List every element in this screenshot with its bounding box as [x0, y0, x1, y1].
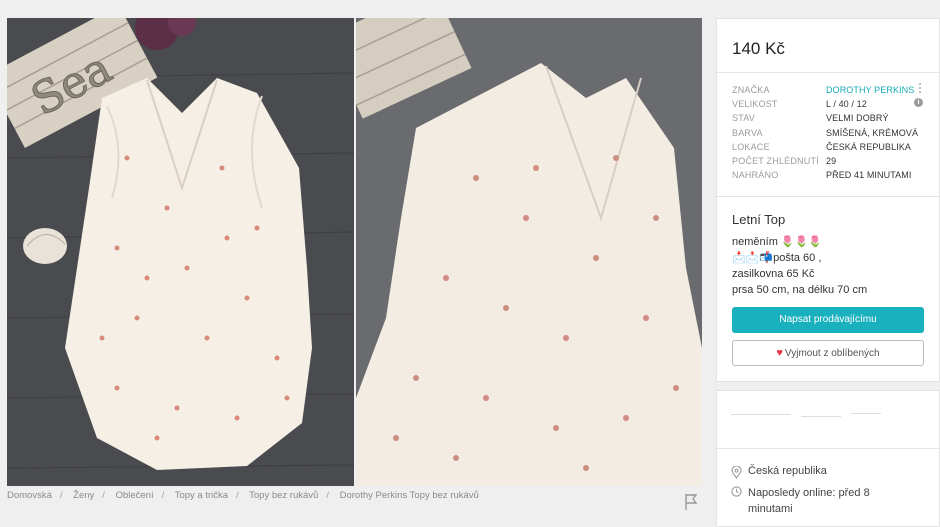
seller-last-online-text: Naposledy online: před 8 minutami: [748, 487, 870, 515]
description-line: prsa 50 cm, na délku 70 cm: [732, 284, 868, 296]
description-line: zasilkovna 65 Kč: [732, 268, 815, 280]
message-seller-button[interactable]: Napsat prodávajícímu: [732, 307, 924, 333]
attribute-key: LOKACE: [732, 141, 770, 152]
seller-location: Česká republika: [731, 465, 827, 479]
attribute-row-color: BARVA SMÍŠENÁ, KRÉMOVÁ: [732, 126, 932, 140]
attribute-value: SMÍŠENÁ, KRÉMOVÁ: [826, 127, 919, 138]
breadcrumb-separator: /: [326, 490, 329, 501]
attributes-table: ZNAČKA DOROTHY PERKINS VELIKOST L / 40 /…: [732, 83, 932, 182]
attribute-key: POČET ZHLÉDNUTÍ: [732, 155, 819, 166]
attribute-key: ZNAČKA: [732, 85, 770, 95]
divider: [717, 448, 939, 449]
breadcrumb-item[interactable]: Dorothy Perkins Topy bez rukávů: [340, 490, 479, 501]
remove-favourite-button[interactable]: ♥ Vyjmout z oblíbených: [732, 340, 924, 366]
breadcrumb-separator: /: [236, 490, 239, 501]
breadcrumb-separator: /: [102, 490, 105, 501]
remove-favourite-label: Vyjmout z oblíbených: [784, 348, 880, 359]
heart-icon: ♥: [776, 347, 783, 359]
flag-icon[interactable]: [684, 493, 698, 511]
attribute-value: ČESKÁ REPUBLIKA: [826, 141, 912, 152]
attribute-row-uploaded: NAHRÁNO PŘED 41 MINUTAMI: [732, 168, 932, 182]
breadcrumb-item[interactable]: Domovská: [7, 490, 52, 501]
attribute-key: BARVA: [732, 127, 763, 138]
attribute-value: 29: [826, 155, 837, 166]
attribute-value: VELMI DOBRÝ: [826, 113, 889, 124]
listing-title: Letní Top: [732, 212, 786, 227]
attribute-key: VELIKOST: [732, 99, 778, 110]
listing-description: neměním 🌷🌷🌷 📩📩📬pošta 60 , zasilkovna 65 …: [732, 234, 932, 298]
attribute-row-condition: STAV VELMI DOBRÝ: [732, 111, 932, 125]
breadcrumb-separator: /: [59, 490, 63, 501]
info-icon[interactable]: i: [914, 98, 923, 107]
seller-name-redacted: [731, 410, 901, 422]
seller-last-online: Naposledy online: před 8 minutami: [731, 485, 911, 517]
attribute-key: NAHRÁNO: [732, 170, 779, 181]
breadcrumb: Domovská / Ženy / Oblečení / Topy a trička /…: [7, 490, 479, 501]
attribute-row-brand: ZNAČKA DOROTHY PERKINS: [732, 83, 932, 97]
attribute-row-views: POČET ZHLÉDNUTÍ 29: [732, 154, 932, 168]
brand-link[interactable]: DOROTHY PERKINS: [826, 83, 914, 97]
attribute-value: PŘED 41 MINUTAMI: [826, 170, 912, 181]
breadcrumb-item[interactable]: Ženy: [73, 490, 94, 501]
description-line: 📩📩📬pošta 60 ,: [732, 252, 822, 264]
clock-icon: [731, 486, 742, 497]
divider: [717, 196, 939, 197]
breadcrumb-item[interactable]: Oblečení: [116, 490, 154, 501]
product-photo-2[interactable]: [356, 18, 702, 486]
attribute-key: STAV: [732, 113, 755, 124]
divider: [717, 72, 939, 73]
more-vertical-icon[interactable]: [918, 82, 922, 94]
attribute-value: L / 40 / 12: [826, 99, 867, 110]
attribute-row-size: VELIKOST L / 40 / 12: [732, 97, 932, 111]
breadcrumb-item[interactable]: Topy a trička: [175, 490, 228, 501]
seller-card: Česká republika Naposledy online: před 8…: [716, 390, 940, 527]
attribute-row-location: LOKACE ČESKÁ REPUBLIKA: [732, 140, 932, 154]
seller-location-text: Česká republika: [748, 465, 827, 477]
description-line: neměním 🌷🌷🌷: [732, 236, 822, 248]
breadcrumb-separator: /: [161, 490, 165, 501]
listing-info-card: 140 Kč ZNAČKA DOROTHY PERKINS VELIKOST L…: [716, 18, 940, 382]
breadcrumb-item[interactable]: Topy bez rukávů: [249, 490, 318, 501]
price: 140 Kč: [732, 39, 785, 58]
product-photo-1[interactable]: Sea: [7, 18, 354, 486]
map-pin-icon: [731, 466, 742, 479]
